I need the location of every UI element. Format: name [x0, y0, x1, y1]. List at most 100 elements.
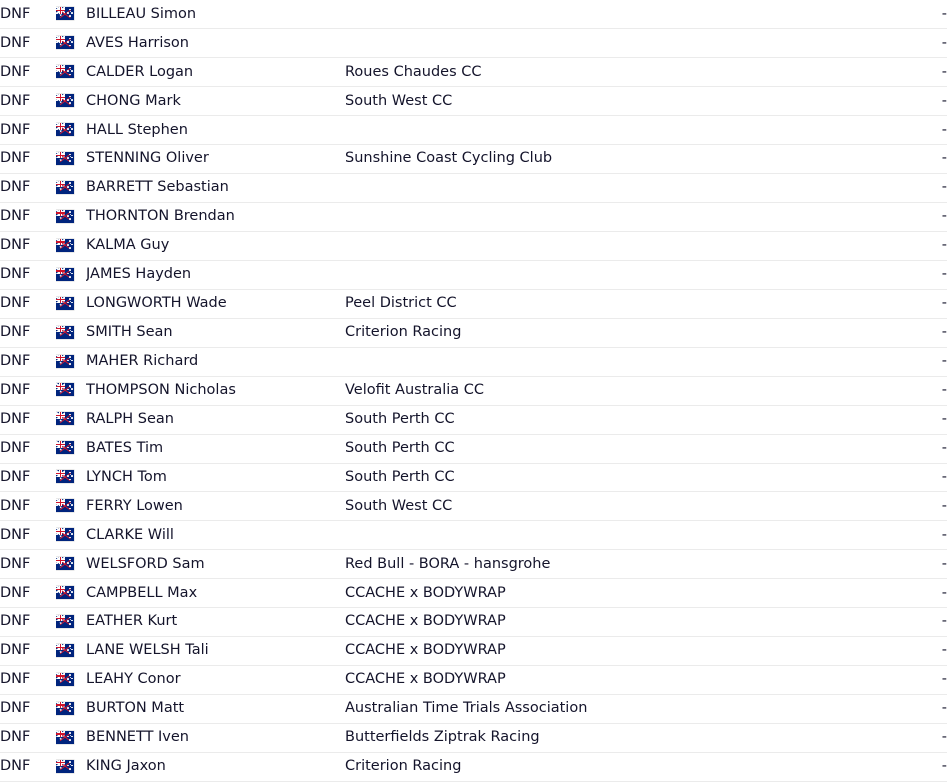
table-row[interactable]: DNF SMITH Sean Criterion Racing -: [0, 318, 947, 348]
rider-name[interactable]: CALDER Logan: [86, 64, 193, 80]
team-name-cell[interactable]: [345, 173, 905, 204]
team-name[interactable]: CCACHE x BODYWRAP: [345, 613, 506, 629]
team-name-cell[interactable]: Criterion Racing: [345, 318, 905, 348]
rider-name[interactable]: BILLEAU Simon: [86, 6, 196, 22]
team-name[interactable]: Butterfields Ziptrak Racing: [345, 729, 540, 745]
team-name[interactable]: Australian Time Trials Association: [345, 700, 587, 716]
team-name[interactable]: Criterion Racing: [345, 758, 461, 774]
table-row[interactable]: DNF LANE WELSH Tali CCACHE x BODYWRAP -: [0, 636, 947, 667]
team-name[interactable]: Criterion Racing: [345, 324, 461, 340]
table-row[interactable]: DNF LYNCH Tom South Perth CC -: [0, 463, 947, 493]
team-name-cell[interactable]: Sunshine Coast Cycling Club: [345, 144, 905, 175]
team-name-cell[interactable]: Peel District CC: [345, 289, 905, 319]
team-name[interactable]: Red Bull - BORA - hansgrohe: [345, 556, 550, 572]
table-row[interactable]: DNF THORNTON Brendan -: [0, 202, 947, 232]
rider-name[interactable]: CAMPBELL Max: [86, 585, 197, 601]
rider-name-cell[interactable]: LONGWORTH Wade: [86, 289, 345, 319]
rider-name[interactable]: HALL Stephen: [86, 122, 188, 138]
team-name[interactable]: South Perth CC: [345, 469, 455, 485]
team-name[interactable]: CCACHE x BODYWRAP: [345, 585, 506, 601]
rider-name-cell[interactable]: BILLEAU Simon: [86, 0, 345, 30]
rider-name-cell[interactable]: CALDER Logan: [86, 57, 345, 88]
table-row[interactable]: DNF LONGWORTH Wade Peel District CC -: [0, 289, 947, 319]
table-row[interactable]: DNF MAHER Richard -: [0, 347, 947, 377]
rider-name[interactable]: LANE WELSH Tali: [86, 642, 209, 658]
rider-name-cell[interactable]: CLARKE Will: [86, 520, 345, 551]
rider-name-cell[interactable]: CAMPBELL Max: [86, 578, 345, 609]
team-name[interactable]: Sunshine Coast Cycling Club: [345, 150, 552, 166]
rider-name-cell[interactable]: JAMES Hayden: [86, 260, 345, 290]
rider-name-cell[interactable]: BARRETT Sebastian: [86, 173, 345, 204]
table-row[interactable]: DNF STENNING Oliver Sunshine Coast Cycling…: [0, 144, 947, 175]
team-name[interactable]: South Perth CC: [345, 440, 455, 456]
rider-name-cell[interactable]: LEAHY Conor: [86, 665, 345, 695]
rider-name[interactable]: BATES Tim: [86, 440, 163, 456]
rider-name[interactable]: LONGWORTH Wade: [86, 295, 227, 311]
rider-name[interactable]: KING Jaxon: [86, 758, 166, 774]
rider-name[interactable]: THOMPSON Nicholas: [86, 382, 236, 398]
table-row[interactable]: DNF LEAHY Conor CCACHE x BODYWRAP -: [0, 665, 947, 695]
table-row[interactable]: DNF JAMES Hayden -: [0, 260, 947, 290]
team-name-cell[interactable]: CCACHE x BODYWRAP: [345, 636, 905, 667]
team-name[interactable]: Peel District CC: [345, 295, 457, 311]
rider-name-cell[interactable]: THOMPSON Nicholas: [86, 376, 345, 406]
table-row[interactable]: DNF CAMPBELL Max CCACHE x BODYWRAP -: [0, 578, 947, 609]
rider-name[interactable]: LYNCH Tom: [86, 469, 167, 485]
table-row[interactable]: DNF CALDER Logan Roues Chaudes CC -: [0, 57, 947, 88]
team-name-cell[interactable]: Butterfields Ziptrak Racing: [345, 723, 905, 753]
team-name[interactable]: South West CC: [345, 498, 452, 514]
team-name[interactable]: South Perth CC: [345, 411, 455, 427]
team-name[interactable]: South West CC: [345, 93, 452, 109]
table-row[interactable]: DNF BARRETT Sebastian -: [0, 173, 947, 204]
team-name[interactable]: Roues Chaudes CC: [345, 64, 482, 80]
team-name-cell[interactable]: CCACHE x BODYWRAP: [345, 607, 905, 638]
team-name-cell[interactable]: [345, 202, 905, 232]
table-row[interactable]: DNF KALMA Guy -: [0, 231, 947, 261]
rider-name-cell[interactable]: STENNING Oliver: [86, 144, 345, 175]
rider-name[interactable]: EATHER Kurt: [86, 613, 177, 629]
rider-name[interactable]: AVES Harrison: [86, 35, 189, 51]
rider-name-cell[interactable]: FERRY Lowen: [86, 491, 345, 522]
table-row[interactable]: DNF RALPH Sean South Perth CC -: [0, 405, 947, 435]
table-row[interactable]: DNF CHONG Mark South West CC -: [0, 86, 947, 117]
table-row[interactable]: DNF BATES Tim South Perth CC -: [0, 434, 947, 464]
table-row[interactable]: DNF THOMPSON Nicholas Velofit Australia CC…: [0, 376, 947, 406]
rider-name-cell[interactable]: CHONG Mark: [86, 86, 345, 117]
rider-name[interactable]: MAHER Richard: [86, 353, 198, 369]
team-name-cell[interactable]: CCACHE x BODYWRAP: [345, 578, 905, 609]
team-name-cell[interactable]: Criterion Racing: [345, 752, 905, 782]
table-row[interactable]: DNF EATHER Kurt CCACHE x BODYWRAP -: [0, 607, 947, 638]
rider-name[interactable]: FERRY Lowen: [86, 498, 183, 514]
rider-name[interactable]: BENNETT Iven: [86, 729, 189, 745]
rider-name-cell[interactable]: RALPH Sean: [86, 405, 345, 435]
rider-name[interactable]: STENNING Oliver: [86, 150, 209, 166]
table-row[interactable]: DNF KING Jaxon Criterion Racing -: [0, 752, 947, 782]
rider-name-cell[interactable]: EATHER Kurt: [86, 607, 345, 638]
table-row[interactable]: DNF FERRY Lowen South West CC -: [0, 491, 947, 522]
rider-name[interactable]: KALMA Guy: [86, 237, 169, 253]
rider-name-cell[interactable]: KALMA Guy: [86, 231, 345, 261]
rider-name-cell[interactable]: BURTON Matt: [86, 694, 345, 724]
team-name-cell[interactable]: CCACHE x BODYWRAP: [345, 665, 905, 695]
rider-name-cell[interactable]: AVES Harrison: [86, 28, 345, 59]
rider-name[interactable]: LEAHY Conor: [86, 671, 181, 687]
rider-name[interactable]: SMITH Sean: [86, 324, 173, 340]
rider-name-cell[interactable]: LANE WELSH Tali: [86, 636, 345, 667]
team-name[interactable]: Velofit Australia CC: [345, 382, 484, 398]
rider-name[interactable]: WELSFORD Sam: [86, 556, 205, 572]
team-name-cell[interactable]: Velofit Australia CC: [345, 376, 905, 406]
rider-name-cell[interactable]: KING Jaxon: [86, 752, 345, 782]
table-row[interactable]: DNF BENNETT Iven Butterfields Ziptrak Raci…: [0, 723, 947, 753]
team-name[interactable]: CCACHE x BODYWRAP: [345, 642, 506, 658]
table-row[interactable]: DNF WELSFORD Sam Red Bull - BORA - hansgro…: [0, 549, 947, 580]
team-name-cell[interactable]: South West CC: [345, 86, 905, 117]
rider-name-cell[interactable]: WELSFORD Sam: [86, 549, 345, 580]
team-name-cell[interactable]: [345, 260, 905, 290]
rider-name[interactable]: BARRETT Sebastian: [86, 179, 229, 195]
team-name-cell[interactable]: South West CC: [345, 491, 905, 522]
rider-name[interactable]: CHONG Mark: [86, 93, 181, 109]
rider-name-cell[interactable]: MAHER Richard: [86, 347, 345, 377]
team-name[interactable]: CCACHE x BODYWRAP: [345, 671, 506, 687]
team-name-cell[interactable]: [345, 520, 905, 551]
table-row[interactable]: DNF BILLEAU Simon -: [0, 0, 947, 30]
